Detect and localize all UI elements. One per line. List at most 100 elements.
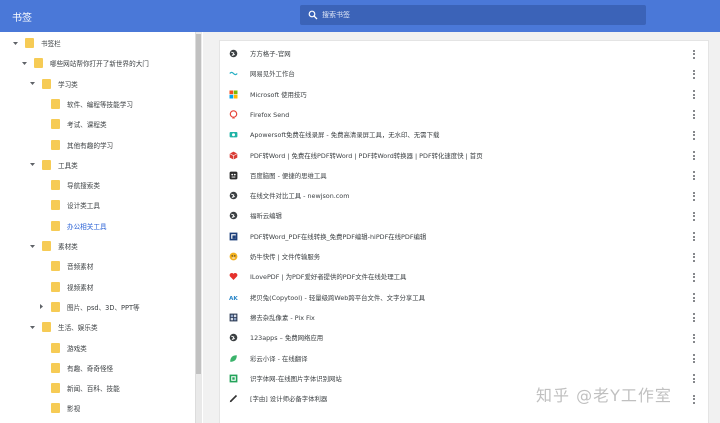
caret-right-icon[interactable] — [38, 303, 45, 310]
sidebar-folder-item[interactable]: 导航搜索类 — [0, 175, 194, 195]
font-icon — [229, 374, 238, 383]
bookmark-title[interactable]: 网易见外工作台 — [250, 64, 295, 84]
cube-icon — [229, 151, 238, 160]
sidebar-folder-item[interactable]: 工具类 — [0, 155, 194, 175]
sidebar-folder-item[interactable]: 哪些网站帮你打开了新世界的大门 — [0, 53, 194, 73]
app-title: 书签 — [12, 13, 32, 24]
more-vert-icon[interactable] — [688, 48, 700, 60]
bookmark-title[interactable]: 福昕云编辑 — [250, 206, 282, 226]
bookmark-row[interactable]: PDF转Word_PDF在线转换_免费PDF编辑-hiPDF在线PDF编辑 — [220, 227, 708, 247]
bookmark-title[interactable]: 拷贝兔(Copytool) - 轻量级跨Web跨平台文件、文字分享工具 — [250, 288, 425, 308]
bookmark-title[interactable]: Firefox Send — [250, 105, 289, 125]
more-vert-icon[interactable] — [688, 292, 700, 304]
sidebar-folder-item[interactable]: 书签栏 — [0, 33, 194, 53]
bookmark-title[interactable]: PDF转Word_PDF在线转换_免费PDF编辑-hiPDF在线PDF编辑 — [250, 227, 426, 247]
sidebar-folder-item[interactable]: 软件、编程等技能学习 — [0, 94, 194, 114]
more-vert-icon[interactable] — [688, 231, 700, 243]
sidebar-folder-item[interactable]: 学习类 — [0, 74, 194, 94]
more-vert-icon[interactable] — [688, 393, 700, 405]
bookmark-title[interactable]: PDF转Word | 免费在线PDF转Word | PDF转Word转换器 | … — [250, 146, 483, 166]
bookmark-row[interactable]: 奶牛快传 | 文件传输服务 — [220, 247, 708, 267]
bookmark-row[interactable]: 擦去杂乱像素 - Pix Fix — [220, 308, 708, 328]
bookmark-title[interactable]: 擦去杂乱像素 - Pix Fix — [250, 308, 315, 328]
bookmark-row[interactable]: 方方格子-官网 — [220, 44, 708, 64]
more-vert-icon[interactable] — [688, 210, 700, 222]
more-vert-icon[interactable] — [688, 251, 700, 263]
more-vert-icon[interactable] — [688, 129, 700, 141]
more-vert-icon[interactable] — [688, 150, 700, 162]
bookmark-title[interactable]: Microsoft 使用技巧 — [250, 85, 307, 105]
sidebar-folder-item[interactable]: 影视 — [0, 398, 194, 418]
bookmark-title[interactable]: 识字体网-在线图片字体识别网站 — [250, 369, 342, 389]
bookmark-row[interactable]: 在线文件对比工具 - newjson.com — [220, 186, 708, 206]
more-vert-icon[interactable] — [688, 190, 700, 202]
sidebar-folder-item[interactable]: 设计类工具 — [0, 195, 194, 215]
bookmark-row[interactable]: 网易见外工作台 — [220, 64, 708, 84]
caret-down-icon[interactable] — [12, 40, 19, 47]
more-vert-icon[interactable] — [688, 170, 700, 182]
sidebar-folder-label: 图片、psd、3D、PPT等 — [67, 303, 140, 312]
sidebar-folder-label: 办公相关工具 — [67, 222, 107, 231]
folder-icon — [51, 180, 60, 191]
bookmark-row[interactable]: Apowersoft免费在线录屏 - 免费高清录屏工具，无水印、无需下载 — [220, 125, 708, 145]
folder-icon — [42, 78, 51, 89]
bookmark-row[interactable]: 百度脑图 - 便捷的思维工具 — [220, 166, 708, 186]
folder-tree: 书签栏 哪些网站帮你打开了新世界的大门 学习类 软件、编程等技能学习 考试、课程类 其他有… — [0, 32, 200, 423]
bookmark-title[interactable]: ILovePDF | 为PDF爱好者提供的PDF文件在线处理工具 — [250, 267, 406, 287]
more-vert-icon[interactable] — [688, 68, 700, 80]
more-vert-icon[interactable] — [688, 353, 700, 365]
more-vert-icon[interactable] — [688, 312, 700, 324]
folder-icon — [42, 159, 51, 170]
wave-icon — [229, 69, 238, 78]
more-vert-icon[interactable] — [688, 373, 700, 385]
caret-down-icon[interactable] — [29, 324, 36, 331]
sidebar-folder-item[interactable]: 其他有趣的学习 — [0, 135, 194, 155]
more-vert-icon[interactable] — [688, 89, 700, 101]
sidebar-folder-item[interactable]: 办公相关工具 — [0, 216, 194, 236]
bookmark-title[interactable]: 123apps – 免费网络应用 — [250, 328, 323, 348]
caret-down-icon[interactable] — [29, 243, 36, 250]
sidebar-folder-item[interactable]: 音频素材 — [0, 256, 194, 276]
search-icon — [308, 10, 318, 20]
search-input[interactable] — [322, 5, 632, 25]
bookmark-title[interactable]: 奶牛快传 | 文件传输服务 — [250, 247, 320, 267]
caret-down-icon[interactable] — [21, 60, 28, 67]
sidebar-folder-item[interactable]: 游戏类 — [0, 338, 194, 358]
bookmark-title[interactable]: 方方格子-官网 — [250, 44, 291, 64]
caret-down-icon[interactable] — [29, 161, 36, 168]
more-vert-icon[interactable] — [688, 271, 700, 283]
grid-icon — [229, 313, 238, 322]
sidebar-folder-item[interactable]: 视频素材 — [0, 277, 194, 297]
more-vert-icon[interactable] — [688, 109, 700, 121]
bookmark-row[interactable]: 123apps – 免费网络应用 — [220, 328, 708, 348]
bookmark-title[interactable]: Apowersoft免费在线录屏 - 免费高清录屏工具，无水印、无需下载 — [250, 125, 439, 145]
bookmark-title[interactable]: [字由] 设计师必备字体利器 — [250, 389, 327, 409]
bookmark-row[interactable]: Firefox Send — [220, 105, 708, 125]
sidebar-folder-item[interactable]: 新闻、百科、技能 — [0, 378, 194, 398]
caret-down-icon[interactable] — [29, 80, 36, 87]
bookmark-row[interactable]: 福昕云编辑 — [220, 206, 708, 226]
bookmark-row[interactable]: AK 拷贝兔(Copytool) - 轻量级跨Web跨平台文件、文字分享工具 — [220, 288, 708, 308]
sidebar-folder-label: 新闻、百科、技能 — [67, 385, 120, 394]
sidebar-folder-item[interactable]: 素材类 — [0, 236, 194, 256]
camera-icon — [229, 130, 238, 139]
bookmark-title[interactable]: 彩云小译 - 在线翻译 — [250, 349, 308, 369]
sidebar-folder-item[interactable]: 考试、课程类 — [0, 114, 194, 134]
sidebar-folder-item[interactable]: 有趣、奇奇怪怪 — [0, 358, 194, 378]
sidebar-folder-item[interactable]: 生活、娱乐类 — [0, 317, 194, 337]
folder-icon — [51, 362, 60, 373]
bookmark-row[interactable]: Microsoft 使用技巧 — [220, 85, 708, 105]
bookmark-row[interactable]: ILovePDF | 为PDF爱好者提供的PDF文件在线处理工具 — [220, 267, 708, 287]
bookmark-row[interactable]: PDF转Word | 免费在线PDF转Word | PDF转Word转换器 | … — [220, 146, 708, 166]
bookmark-title[interactable]: 在线文件对比工具 - newjson.com — [250, 186, 349, 206]
bookmark-title[interactable]: 百度脑图 - 便捷的思维工具 — [250, 166, 327, 186]
sidebar-folder-item[interactable]: 图片、psd、3D、PPT等 — [0, 297, 194, 317]
search-box[interactable] — [300, 5, 646, 25]
more-vert-icon[interactable] — [688, 332, 700, 344]
cow-icon — [229, 252, 238, 261]
bookmark-row[interactable]: 彩云小译 - 在线翻译 — [220, 349, 708, 369]
sidebar-scroll-thumb[interactable] — [196, 34, 201, 374]
